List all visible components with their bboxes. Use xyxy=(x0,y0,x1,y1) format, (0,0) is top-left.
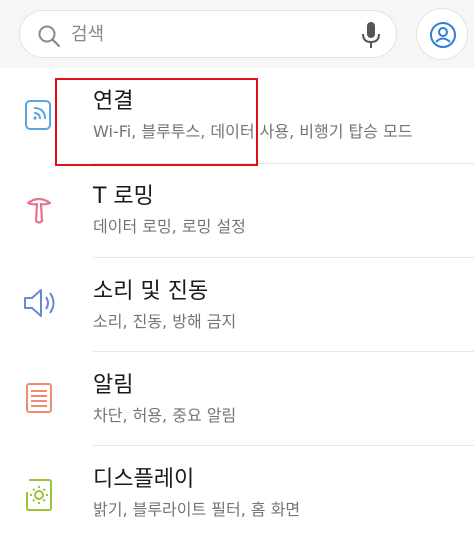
item-subtitle: 소리, 진동, 방해 금지 xyxy=(93,312,237,331)
item-title: T 로밍 xyxy=(93,184,154,209)
item-title: 소리 및 진동 xyxy=(93,279,209,304)
item-title: 디스플레이 xyxy=(93,467,195,492)
display-icon xyxy=(26,479,52,511)
microphone-icon[interactable] xyxy=(360,21,382,49)
settings-item-display[interactable]: 디스플레이 밝기, 블루라이트 필터, 홈 화면 xyxy=(0,446,474,541)
search-icon xyxy=(38,25,61,48)
connection-icon xyxy=(25,100,51,130)
settings-item-notifications[interactable]: 알림 차단, 허용, 중요 알림 xyxy=(0,352,474,447)
notification-icon xyxy=(26,383,52,413)
item-subtitle: 밝기, 블루라이트 필터, 홈 화면 xyxy=(93,500,301,519)
item-subtitle: 데이터 로밍, 로밍 설정 xyxy=(93,217,246,236)
roaming-icon xyxy=(26,197,52,224)
item-title: 알림 xyxy=(93,373,134,398)
top-bar: 검색 xyxy=(0,0,474,68)
account-icon xyxy=(430,22,456,48)
settings-item-roaming[interactable]: T 로밍 데이터 로밍, 로밍 설정 xyxy=(0,163,474,258)
sound-icon xyxy=(24,289,55,317)
item-subtitle: 차단, 허용, 중요 알림 xyxy=(93,406,237,425)
search-bar[interactable]: 검색 xyxy=(19,10,397,58)
highlight-box xyxy=(55,78,258,166)
search-placeholder: 검색 xyxy=(71,24,105,45)
profile-button[interactable] xyxy=(416,8,468,60)
settings-item-sound[interactable]: 소리 및 진동 소리, 진동, 방해 금지 xyxy=(0,258,474,353)
